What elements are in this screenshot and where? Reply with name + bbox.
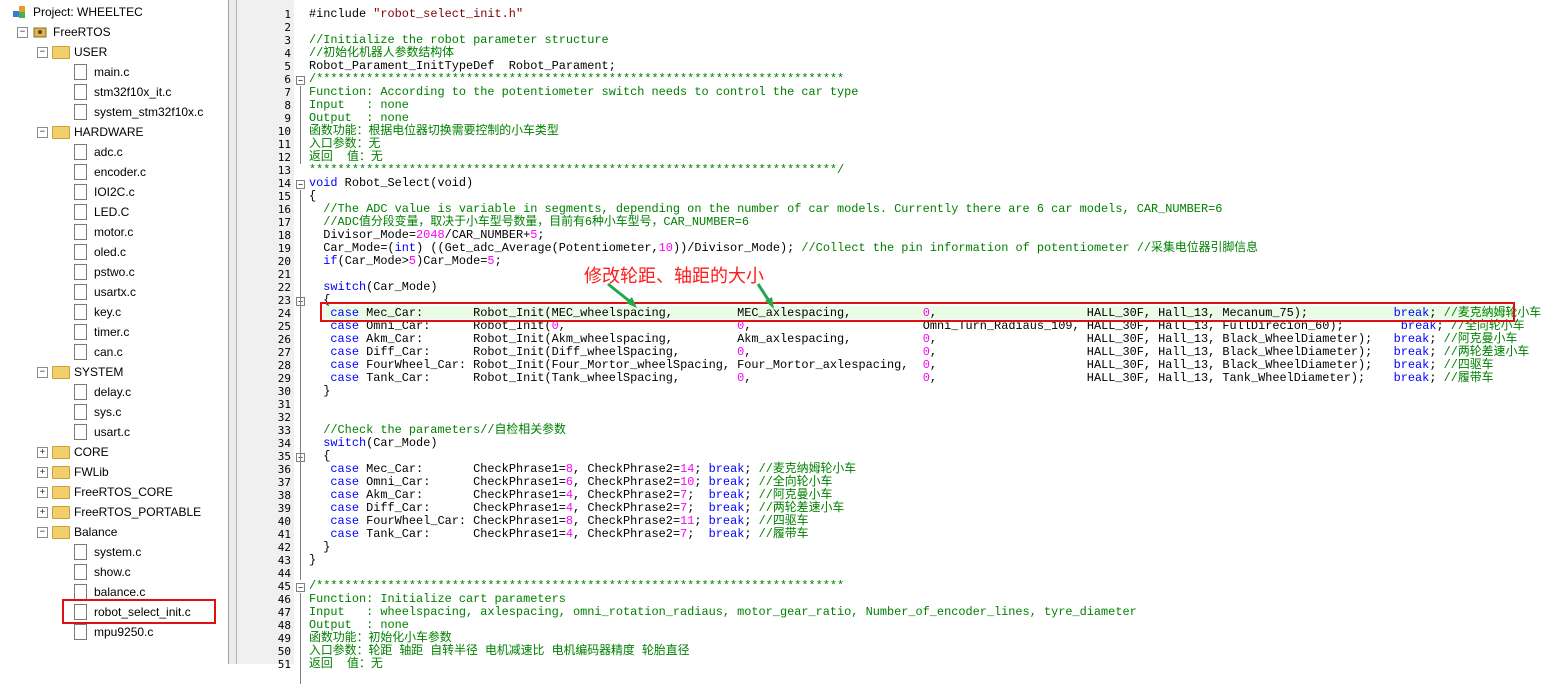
annotation-arrows <box>607 282 774 309</box>
annotation-text: 修改轮距、轴距的大小 <box>584 266 764 287</box>
